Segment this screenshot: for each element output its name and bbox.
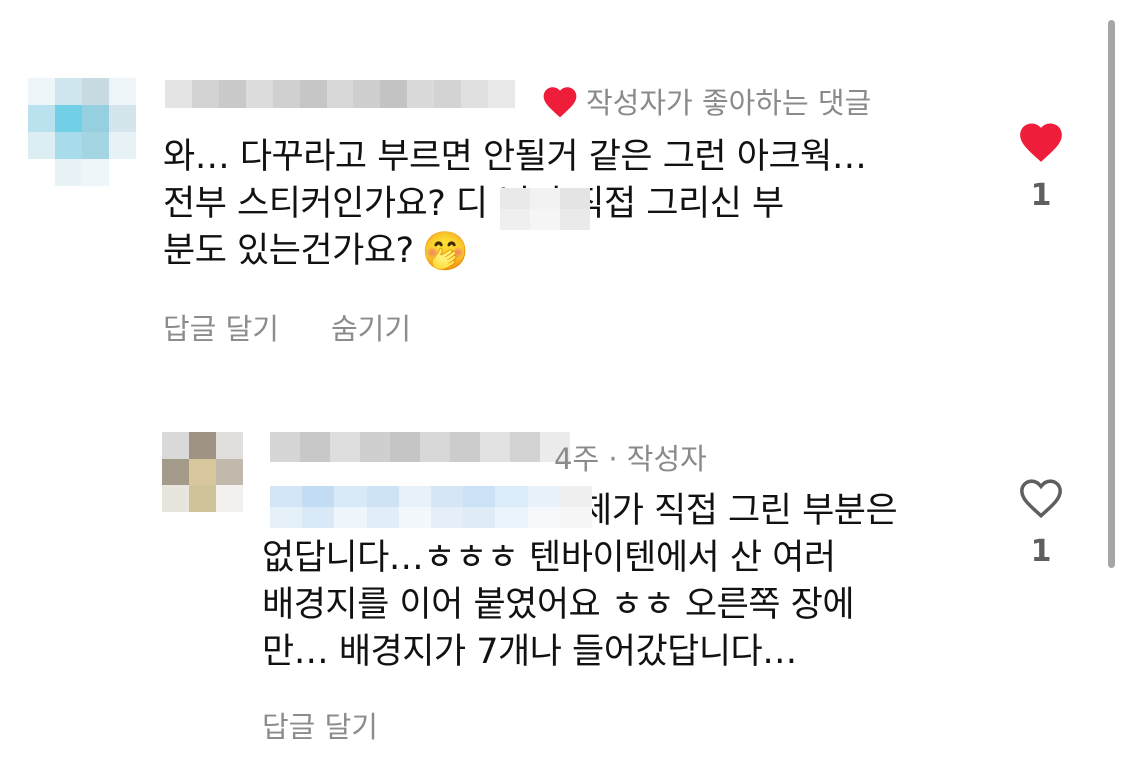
reply-button[interactable]: 답글 달기: [163, 306, 279, 348]
like-count: 1: [1030, 534, 1052, 569]
like-column: 1: [1011, 474, 1071, 569]
comment-line: 배경지를 이어 붙였어요 ㅎㅎ 오른쪽 장에: [262, 585, 855, 625]
like-column: 1: [1011, 118, 1071, 213]
comment-line: 만… 배경지가 7개나 들어갔답니다…: [262, 632, 797, 672]
hide-button[interactable]: 숨기기: [331, 306, 411, 348]
comment-line-with-emoji: 분도 있는건가요? 🤭: [163, 228, 866, 275]
author-liked-label: 작성자가 좋아하는 댓글: [586, 86, 872, 120]
comment-line: 와… 다꾸라고 부르면 안될거 같은 그런 아크웍…: [163, 137, 867, 177]
heart-filled-icon[interactable]: [1016, 118, 1066, 164]
reply-button[interactable]: 답글 달기: [262, 704, 378, 746]
comment-line: 없답니다…ㅎㅎㅎ 텐바이텐에서 산 여러: [262, 538, 836, 578]
author-liked-badge: 작성자가 좋아하는 댓글: [540, 80, 871, 122]
like-count: 1: [1030, 178, 1052, 213]
username-blurred[interactable]: [165, 80, 515, 108]
username-blurred[interactable]: [270, 432, 570, 462]
comment-line: 분도 있는건가요?: [163, 231, 414, 271]
avatar[interactable]: [28, 78, 136, 186]
face-hand-over-mouth-emoji: 🤭: [421, 229, 469, 273]
heart-outline-icon[interactable]: [1016, 474, 1066, 520]
scrollbar[interactable]: [1108, 20, 1115, 568]
comment-meta: 4주 · 작성자: [554, 436, 707, 478]
mention-blurred: [270, 486, 592, 528]
timestamp-author: 4주 · 작성자: [554, 442, 707, 476]
comment-actions: 답글 달기 숨기기: [163, 306, 411, 348]
avatar[interactable]: [162, 432, 270, 512]
mention-blurred: [500, 188, 590, 230]
comment-actions: 답글 달기: [262, 704, 378, 746]
heart-icon: [543, 87, 577, 118]
